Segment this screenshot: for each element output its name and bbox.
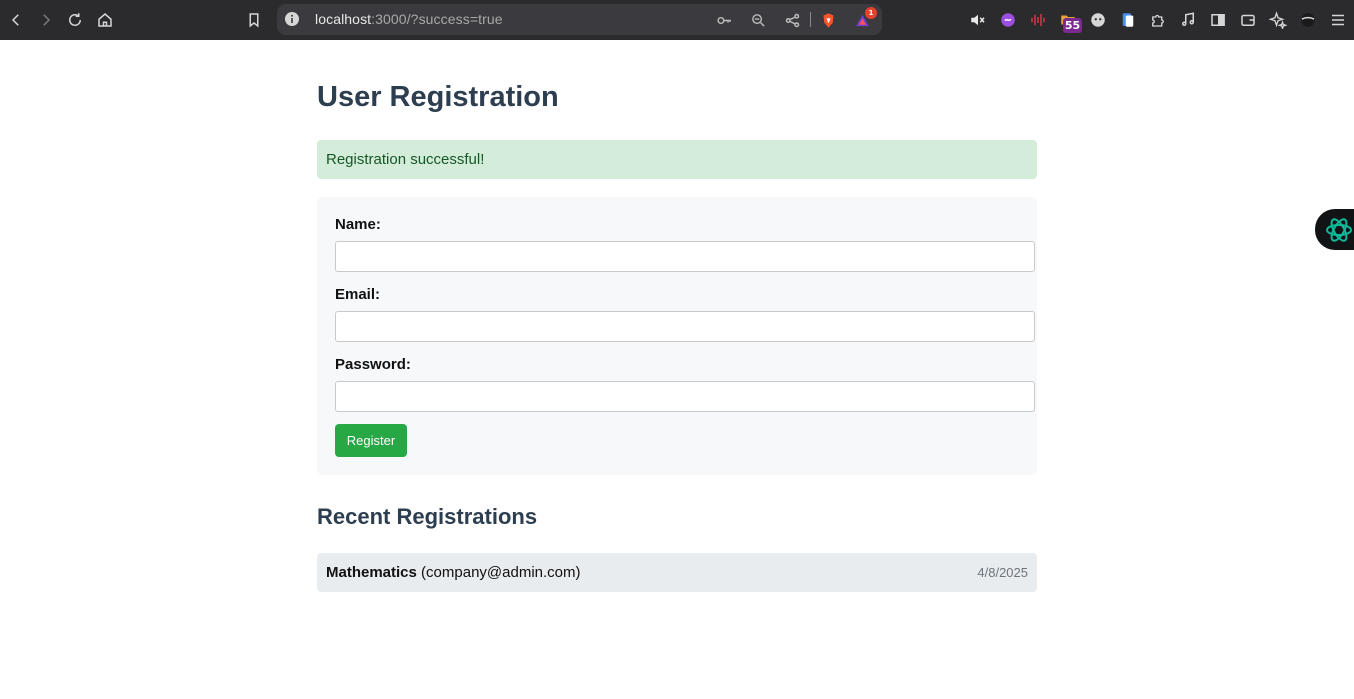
puzzle-piece-icon [1152,14,1164,27]
address-bar-divider [810,12,811,27]
register-button[interactable]: Register [335,424,407,457]
home-icon [98,13,112,27]
profile-avatar-icon [1301,13,1315,27]
email-label: Email: [335,286,381,303]
forward-arrow-icon [43,14,51,26]
mute-tab-button[interactable] [966,8,990,32]
name-label: Name: [335,216,381,233]
extension-purple-button[interactable] [996,8,1020,32]
password-key-icon[interactable] [714,10,734,30]
site-info-icon[interactable] [284,11,300,27]
cat-face-icon [1091,13,1105,27]
document-icon [1122,13,1134,27]
back-button[interactable] [4,8,28,32]
purple-circle-icon [1001,13,1015,27]
name-input[interactable] [335,241,1035,272]
bookmark-button[interactable] [242,8,266,32]
password-label: Password: [335,356,411,373]
wallet-button[interactable] [1236,8,1260,32]
registration-form: Name: Email: Password: Register [317,197,1037,475]
reload-icon [69,13,81,26]
brave-shields-icon[interactable] [818,10,838,30]
home-button[interactable] [93,8,117,32]
atom-icon [1326,218,1352,242]
password-input[interactable] [335,381,1035,412]
share-icon[interactable] [782,10,802,30]
wallet-icon [1241,14,1255,26]
recent-registrations-heading: Recent Registrations [317,504,538,529]
registration-date: 4/8/2025 [977,565,1028,580]
extension-document-button[interactable] [1116,8,1140,32]
email-input[interactable] [335,311,1035,342]
zoom-out-icon[interactable] [748,10,768,30]
leo-ai-button[interactable] [1266,8,1290,32]
notification-badge: 1 [865,7,877,19]
browser-toolbar: localhost:3000/?success=true 1 55 [0,0,1354,40]
registration-email: (company@admin.com) [421,564,581,581]
sidebar-icon [1211,14,1225,26]
main-menu-button[interactable] [1326,8,1350,32]
floating-assistant-widget[interactable] [1315,209,1354,250]
reload-button[interactable] [63,8,87,32]
bookmark-icon [249,13,259,28]
extension-audio-button[interactable] [1026,8,1050,32]
extensions-menu-button[interactable] [1146,8,1170,32]
extension-count-badge: 55 [1063,18,1082,33]
media-control-button[interactable] [1176,8,1200,32]
hamburger-menu-icon [1332,14,1344,26]
success-alert: Registration successful! [317,140,1037,179]
audio-wave-icon [1031,14,1045,26]
sparkle-icon [1269,11,1287,29]
address-bar[interactable]: localhost:3000/?success=true 1 [277,4,882,35]
page-title: User Registration [317,81,559,113]
back-arrow-icon [11,14,19,26]
music-note-icon [1182,12,1194,26]
speaker-muted-icon [971,14,985,26]
forward-button[interactable] [34,8,58,32]
sidebar-toggle-button[interactable] [1206,8,1230,32]
registration-list-item: Mathematics (company@admin.com) 4/8/2025 [317,553,1037,592]
registration-name: Mathematics [326,564,417,581]
url-text[interactable]: localhost:3000/?success=true [315,11,503,27]
registration-user: Mathematics (company@admin.com) [326,564,581,581]
profile-button[interactable] [1296,8,1320,32]
extension-cat-button[interactable] [1086,8,1110,32]
